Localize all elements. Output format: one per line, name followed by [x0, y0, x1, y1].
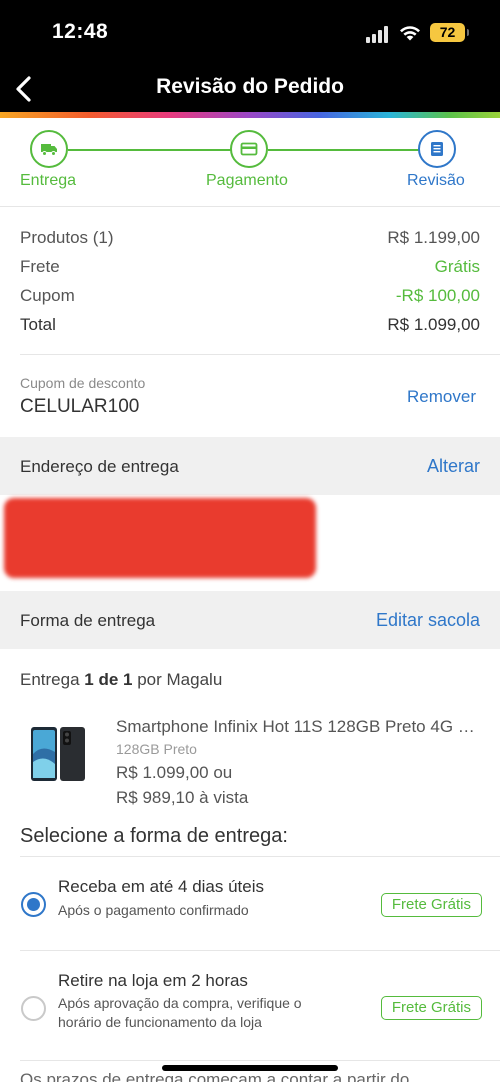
home-indicator[interactable]	[162, 1065, 338, 1071]
wifi-icon	[400, 26, 420, 41]
status-time: 12:48	[52, 20, 109, 43]
product-image	[31, 727, 85, 781]
change-address-link[interactable]: Alterar	[427, 456, 480, 477]
divider	[20, 856, 500, 857]
delivery-disclaimer: Os prazos de entrega começam a contar a …	[20, 1070, 410, 1082]
product-price-cash: R$ 989,10 à vista	[116, 788, 249, 807]
total-value: R$ 1.099,00	[387, 315, 480, 334]
battery-icon: 72	[430, 23, 469, 42]
coupon-code: CELULAR100	[20, 396, 140, 417]
delivery-option-subtitle-2b: horário de funcionamento da loja	[58, 1014, 262, 1030]
delivery-option-title-1: Receba em até 4 dias úteis	[58, 877, 265, 896]
step-pagamento[interactable]	[230, 130, 268, 168]
shipping-heading: Forma de entrega	[20, 611, 156, 630]
battery-level: 72	[439, 24, 456, 40]
coupon-label: Cupom de desconto	[20, 375, 146, 391]
credit-card-icon	[240, 142, 258, 156]
edit-bag-link[interactable]: Editar sacola	[376, 610, 480, 631]
step-label-pagamento: Pagamento	[206, 172, 288, 189]
delivery-title: Entrega 1 de 1 por Magalu	[20, 670, 222, 690]
step-label-revisao: Revisão	[407, 172, 465, 189]
redacted-address	[4, 498, 316, 578]
truck-icon	[41, 144, 57, 156]
address-section-header: Endereço de entrega Alterar	[0, 437, 500, 495]
coupon-summary-label: Cupom	[20, 286, 75, 305]
signal-icon	[366, 25, 392, 43]
products-value: R$ 1.199,00	[387, 228, 480, 247]
status-bar: 12:48 72	[0, 0, 500, 66]
remove-coupon-button[interactable]: Remover	[407, 387, 476, 407]
page-title: Revisão do Pedido	[156, 75, 344, 98]
nav-bar: Revisão do Pedido	[0, 66, 500, 112]
delivery-options-title: Selecione a forma de entrega:	[20, 825, 288, 847]
divider	[20, 950, 500, 951]
delivery-count: 1 de 1	[84, 670, 133, 689]
step-entrega[interactable]	[30, 130, 68, 168]
delivery-option-title-2: Retire na loja em 2 horas	[58, 971, 248, 990]
delivery-option-radio-1[interactable]	[21, 892, 46, 917]
delivery-option-radio-2[interactable]	[21, 996, 46, 1021]
products-label: Produtos (1)	[20, 228, 114, 247]
free-shipping-badge: Frete Grátis	[380, 893, 482, 917]
shipping-label: Frete	[20, 257, 60, 276]
total-label: Total	[20, 315, 56, 334]
step-connector	[268, 149, 420, 151]
shipping-section-header: Forma de entrega Editar sacola	[0, 591, 500, 649]
free-shipping-badge: Frete Grátis	[380, 996, 482, 1020]
coupon-summary-value: -R$ 100,00	[395, 286, 480, 305]
product-price-installments: R$ 1.099,00 ou	[116, 763, 233, 782]
divider	[20, 1060, 500, 1061]
document-icon	[431, 142, 443, 156]
delivery-prefix: Entrega	[20, 670, 80, 689]
product-name[interactable]: Smartphone Infinix Hot 11S 128GB Preto 4…	[116, 717, 486, 737]
divider	[0, 206, 500, 207]
step-label-entrega: Entrega	[20, 172, 77, 189]
divider	[20, 354, 500, 355]
checkout-stepper: Entrega Pagamento Revisão	[0, 118, 500, 206]
shipping-value: Grátis	[434, 257, 480, 276]
delivery-option-subtitle-1: Após o pagamento confirmado	[58, 902, 249, 918]
address-heading: Endereço de entrega	[20, 457, 179, 476]
delivery-seller: por Magalu	[137, 670, 223, 689]
delivery-option-subtitle-2a: Após aprovação da compra, verifique o	[58, 995, 302, 1011]
step-revisao[interactable]	[418, 130, 456, 168]
product-variant: 128GB Preto	[116, 741, 197, 757]
step-connector	[68, 149, 232, 151]
